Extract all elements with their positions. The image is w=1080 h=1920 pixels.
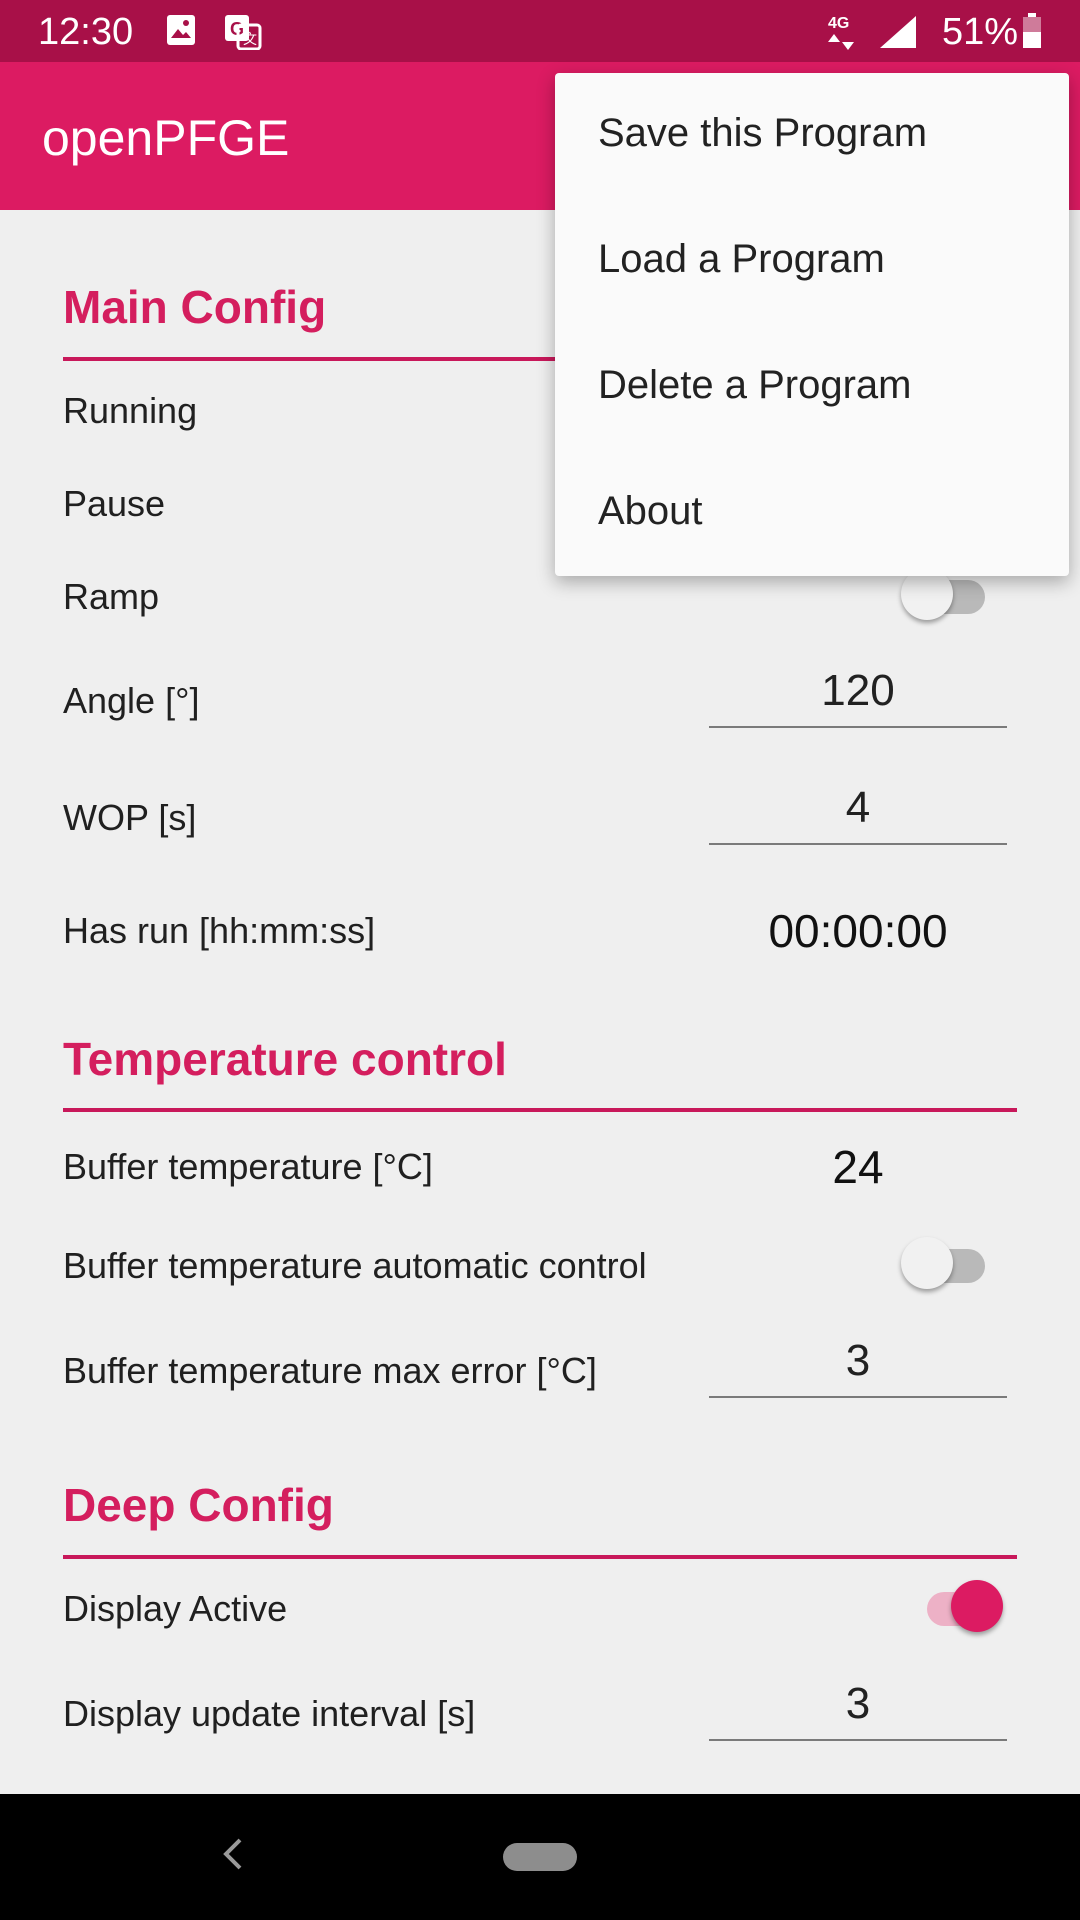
menu-item-label: Load a Program <box>598 237 885 281</box>
section-title-main: Main Config <box>63 281 327 333</box>
ramp-label: Ramp <box>63 576 160 617</box>
section-divider <box>63 1555 1017 1559</box>
svg-text:文: 文 <box>243 31 257 47</box>
signal-icon <box>880 16 916 53</box>
max-error-value: 3 <box>845 1336 871 1385</box>
has-run-label: Has run [hh:mm:ss] <box>63 910 376 951</box>
running-label[interactable]: Running <box>63 390 197 432</box>
menu-item-label: Save this Program <box>598 111 928 155</box>
menu-item-label: Delete a Program <box>598 363 912 407</box>
auto-control-switch[interactable] <box>901 1237 991 1291</box>
update-interval-label: Display update interval [s] <box>63 1693 476 1734</box>
switch-thumb <box>951 1580 1003 1632</box>
section-title-deep: Deep Config <box>63 1479 334 1531</box>
auto-control-label: Buffer temperature automatic control <box>63 1245 647 1286</box>
pause-label[interactable]: Pause <box>63 483 165 525</box>
switch-thumb <box>901 1237 953 1289</box>
max-error-label: Buffer temperature max error [°C] <box>63 1350 597 1391</box>
back-icon[interactable] <box>218 1834 248 1879</box>
angle-value: 120 <box>821 666 895 715</box>
angle-input[interactable]: 120 <box>709 656 1007 728</box>
section-title-temperature: Temperature control <box>63 1033 507 1085</box>
menu-item-load-program[interactable]: Load a Program <box>555 199 1069 325</box>
overflow-menu: Save this Program Load a Program Delete … <box>555 73 1069 576</box>
network-label: 4G <box>828 15 849 32</box>
home-button[interactable] <box>503 1843 577 1871</box>
buffer-temperature-value: 24 <box>832 1141 884 1193</box>
menu-item-label: About <box>598 489 703 533</box>
angle-label: Angle [°] <box>63 680 200 721</box>
status-bar: 12:30 G文 4G 51% <box>0 0 1080 62</box>
status-time: 12:30 <box>38 11 134 53</box>
wop-input[interactable]: 4 <box>709 773 1007 845</box>
update-interval-value: 3 <box>845 1679 871 1728</box>
battery-icon <box>1022 13 1042 54</box>
menu-item-save-program[interactable]: Save this Program <box>555 73 1069 199</box>
wop-label: WOP [s] <box>63 797 197 838</box>
translate-icon: G文 <box>224 14 262 55</box>
menu-item-about[interactable]: About <box>555 451 1069 577</box>
buffer-temperature-label: Buffer temperature [°C] <box>63 1146 433 1187</box>
image-icon <box>166 14 196 51</box>
navigation-bar <box>0 1794 1080 1920</box>
battery-percent: 51% <box>942 11 1019 53</box>
menu-item-delete-program[interactable]: Delete a Program <box>555 325 1069 451</box>
section-divider <box>63 1108 1017 1112</box>
display-active-label: Display Active <box>63 1588 288 1629</box>
network-4g-icon: 4G <box>826 12 862 57</box>
has-run-value: 00:00:00 <box>768 905 948 957</box>
display-active-switch[interactable] <box>913 1580 1003 1634</box>
max-error-input[interactable]: 3 <box>709 1326 1007 1398</box>
wop-value: 4 <box>845 783 871 832</box>
update-interval-input[interactable]: 3 <box>709 1669 1007 1741</box>
app-title: openPFGE <box>42 110 290 166</box>
